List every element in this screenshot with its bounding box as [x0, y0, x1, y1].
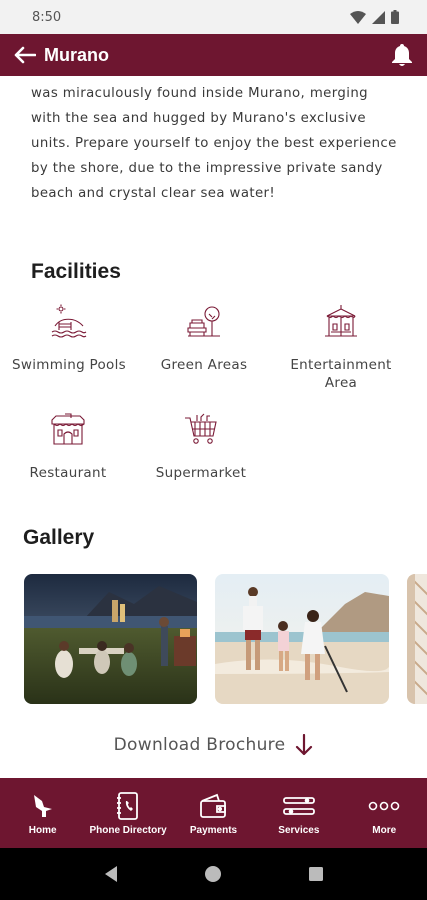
notifications-button[interactable] [389, 42, 415, 68]
battery-icon [391, 10, 399, 24]
facility-label: Entertainment Area [290, 357, 392, 391]
system-navigation-bar [0, 848, 427, 900]
facility-label: Supermarket [155, 465, 247, 481]
nav-label: Payments [189, 824, 238, 836]
facility-supermarket[interactable]: Supermarket [136, 412, 266, 482]
gallery-image-beach-family [215, 574, 389, 704]
facility-label: Swimming Pools [12, 357, 126, 373]
phone-book-icon [117, 791, 138, 820]
facility-green-areas[interactable]: Green Areas [139, 304, 269, 374]
gallery-title: Gallery [23, 526, 95, 549]
wallet-icon [200, 793, 227, 818]
gallery-photo[interactable] [215, 574, 389, 704]
facility-label: Green Areas [160, 357, 248, 373]
nav-label: More [372, 824, 397, 836]
nav-item-services[interactable]: Services [256, 791, 341, 836]
system-back-icon[interactable] [103, 865, 119, 883]
entertainment-icon [325, 305, 357, 337]
facility-label: Restaurant [29, 465, 107, 481]
facility-restaurant[interactable]: Restaurant [3, 412, 133, 482]
download-brochure-label: Download Brochure [113, 735, 286, 755]
gallery-image-partial [407, 574, 427, 704]
project-description: was miraculously found inside Murano, me… [31, 86, 397, 201]
facility-swimming-pools[interactable]: Swimming Pools [4, 304, 134, 374]
download-brochure-button[interactable]: Download Brochure [0, 734, 427, 756]
nav-label: Phone Directory [89, 824, 167, 836]
green-areas-icon [187, 306, 220, 337]
status-icons [350, 10, 399, 24]
nav-label: Services [278, 824, 320, 836]
nav-item-payments[interactable]: Payments [171, 791, 256, 836]
tools-icon [282, 796, 315, 815]
bottom-navigation: Home Phone Directory Payments Services M… [0, 778, 427, 848]
nav-label: Home [28, 824, 57, 836]
content-area[interactable]: was miraculously found inside Murano, me… [0, 76, 427, 778]
status-time: 8:50 [32, 9, 62, 25]
wifi-icon [350, 10, 366, 24]
system-home-icon[interactable] [204, 865, 222, 883]
gallery-photo[interactable] [24, 574, 197, 704]
nav-item-more[interactable]: More [342, 791, 427, 836]
gallery-image-dinner [24, 574, 197, 704]
swimming-pool-icon [51, 304, 87, 338]
more-dots-icon [368, 801, 400, 810]
arrow-down-icon [296, 734, 313, 756]
bell-icon [392, 44, 412, 66]
facility-entertainment-area[interactable]: Entertainment Area [276, 304, 406, 392]
supermarket-cart-icon [185, 413, 217, 444]
nav-item-phone-directory[interactable]: Phone Directory [86, 791, 171, 836]
back-button[interactable] [12, 42, 38, 68]
restaurant-icon [51, 413, 85, 445]
system-recents-icon[interactable] [308, 866, 324, 882]
page-title: Murano [44, 44, 109, 65]
arrow-left-icon [14, 46, 36, 64]
facilities-title: Facilities [31, 260, 121, 283]
app-bar: Murano [0, 34, 427, 76]
cell-signal-icon [372, 10, 385, 24]
home-bird-icon [33, 794, 52, 817]
nav-item-home[interactable]: Home [0, 791, 85, 836]
status-bar: 8:50 [0, 0, 427, 34]
gallery-photo[interactable] [407, 574, 427, 704]
